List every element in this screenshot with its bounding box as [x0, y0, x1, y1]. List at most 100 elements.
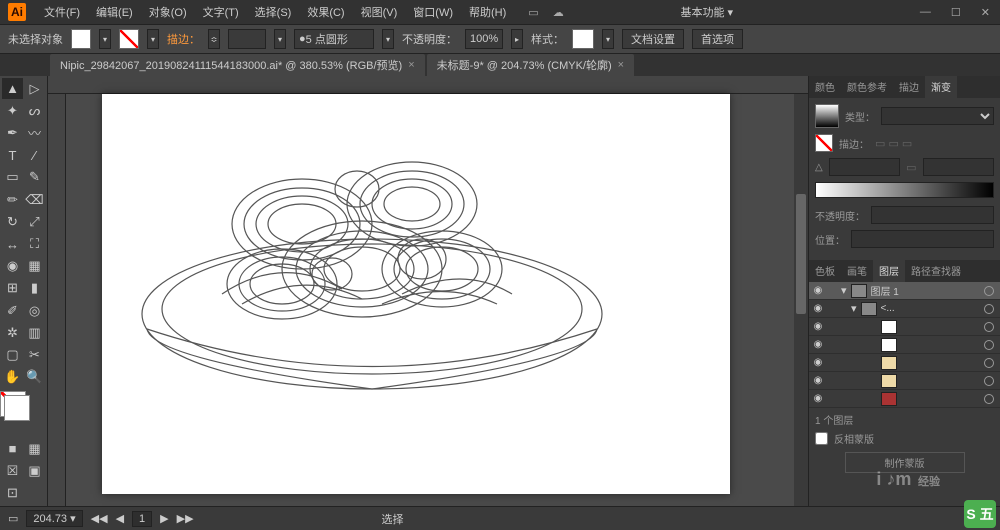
- scale-tool[interactable]: ⤢: [24, 211, 45, 232]
- menu-file[interactable]: 文件(F): [36, 4, 88, 20]
- grad-opacity-input[interactable]: [871, 206, 994, 224]
- tab-brushes[interactable]: 画笔: [841, 260, 873, 282]
- minimize-button[interactable]: —: [910, 6, 941, 19]
- artwork-outline[interactable]: [102, 94, 642, 434]
- doc-setup-button[interactable]: 文档设置: [622, 29, 684, 49]
- curvature-tool[interactable]: 〰: [24, 122, 45, 143]
- tab-gradient[interactable]: 渐变: [925, 76, 957, 98]
- selection-tool[interactable]: ▲: [2, 78, 23, 99]
- change-screen[interactable]: ⊡: [2, 483, 23, 504]
- maximize-button[interactable]: ☐: [941, 6, 971, 19]
- width-tool[interactable]: ↔: [2, 234, 23, 255]
- zoom-field[interactable]: 204.73 ▾: [26, 510, 82, 527]
- gradient-aspect-input[interactable]: [923, 158, 994, 176]
- fill-dropdown[interactable]: ▾: [99, 29, 111, 49]
- artboard-viewport[interactable]: [66, 94, 808, 506]
- menu-select[interactable]: 选择(S): [247, 4, 300, 20]
- page-input[interactable]: 1: [132, 511, 152, 527]
- hand-tool[interactable]: ✋: [2, 367, 23, 388]
- blend-tool[interactable]: ◎: [24, 300, 45, 321]
- menu-help[interactable]: 帮助(H): [461, 4, 514, 20]
- menu-type[interactable]: 文字(T): [195, 4, 247, 20]
- gradient-mode[interactable]: ▦: [24, 438, 45, 459]
- gradient-slider[interactable]: [815, 182, 994, 198]
- color-mode[interactable]: ■: [2, 438, 23, 459]
- rectangle-tool[interactable]: ▭: [2, 167, 23, 188]
- artboard[interactable]: [102, 94, 730, 494]
- pencil-tool[interactable]: ✏: [2, 189, 23, 210]
- gradient-type-select[interactable]: [881, 107, 994, 125]
- perspective-tool[interactable]: ▦: [24, 256, 45, 277]
- zoom-tool[interactable]: 🔍: [24, 367, 45, 388]
- visibility-icon[interactable]: ◉: [809, 321, 827, 332]
- layer-row[interactable]: ◉: [809, 318, 1000, 336]
- eyedropper-tool[interactable]: ✐: [2, 300, 23, 321]
- page-next-icon[interactable]: ▶▶: [177, 512, 194, 525]
- stroke-label[interactable]: 描边：: [167, 31, 200, 47]
- gradient-preview[interactable]: [815, 104, 839, 128]
- column-graph-tool[interactable]: ▥: [24, 322, 45, 343]
- layer-row[interactable]: ◉ ▾ <...: [809, 300, 1000, 318]
- close-icon[interactable]: ×: [408, 59, 414, 71]
- tab-stroke[interactable]: 描边: [893, 76, 925, 98]
- stroke-swatch[interactable]: [119, 29, 139, 49]
- page-prev-icon[interactable]: ◀◀: [91, 512, 108, 525]
- tab-color-guide[interactable]: 颜色参考: [841, 76, 893, 98]
- visibility-icon[interactable]: ◉: [809, 303, 827, 314]
- ime-badge[interactable]: S 五: [964, 500, 996, 528]
- shape-builder-tool[interactable]: ◉: [2, 256, 23, 277]
- rotate-tool[interactable]: ↻: [2, 211, 23, 232]
- artboard-nav-icon[interactable]: ▭: [8, 512, 18, 525]
- gradient-angle-input[interactable]: [829, 158, 900, 176]
- tab-pathfinder[interactable]: 路径查找器: [905, 260, 967, 282]
- layer-row-top[interactable]: ◉ ▾ 图层 1: [809, 282, 1000, 300]
- artboard-tool[interactable]: ▢: [2, 345, 23, 366]
- fill-stroke-control[interactable]: [2, 393, 45, 437]
- ruler-vertical[interactable]: [48, 94, 66, 506]
- opacity-dropdown[interactable]: ▸: [511, 29, 523, 49]
- close-button[interactable]: ✕: [971, 6, 1000, 19]
- page-prev-one-icon[interactable]: ◀: [116, 512, 124, 525]
- scrollbar-vertical[interactable]: [794, 94, 808, 506]
- type-tool[interactable]: T: [2, 145, 23, 166]
- stroke-weight-input[interactable]: [228, 29, 266, 49]
- close-icon[interactable]: ×: [618, 59, 624, 71]
- paintbrush-tool[interactable]: ✎: [24, 167, 45, 188]
- menu-effect[interactable]: 效果(C): [299, 4, 352, 20]
- brush-profile-select[interactable]: ● 5 点圆形: [294, 29, 374, 49]
- visibility-icon[interactable]: ◉: [809, 393, 827, 404]
- line-tool[interactable]: ∕: [24, 145, 45, 166]
- tab-color[interactable]: 颜色: [809, 76, 841, 98]
- layer-row[interactable]: ◉: [809, 372, 1000, 390]
- tab-layers[interactable]: 图层: [873, 260, 905, 282]
- stroke-weight-dropdown[interactable]: ▾: [274, 29, 286, 49]
- doc-tab-1[interactable]: Nipic_29842067_20190824111544183000.ai* …: [50, 54, 425, 76]
- magic-wand-tool[interactable]: ✦: [2, 100, 23, 121]
- mesh-tool[interactable]: ⊞: [2, 278, 23, 299]
- menu-view[interactable]: 视图(V): [353, 4, 406, 20]
- gradient-tool[interactable]: ▮: [24, 278, 45, 299]
- stroke-stepper[interactable]: ≎: [208, 29, 220, 49]
- gradient-stroke-swatch[interactable]: [815, 134, 833, 152]
- layer-row[interactable]: ◉: [809, 354, 1000, 372]
- direct-selection-tool[interactable]: ▷: [24, 78, 45, 99]
- menu-window[interactable]: 窗口(W): [405, 4, 461, 20]
- stroke-dropdown[interactable]: ▾: [147, 29, 159, 49]
- search-icon[interactable]: ▭: [528, 6, 538, 19]
- layer-row[interactable]: ◉: [809, 336, 1000, 354]
- visibility-icon[interactable]: ◉: [809, 339, 827, 350]
- layer-row[interactable]: ◉: [809, 390, 1000, 408]
- eraser-tool[interactable]: ⌫: [24, 189, 45, 210]
- grad-position-input[interactable]: [851, 230, 994, 248]
- style-swatch[interactable]: [572, 29, 594, 49]
- slice-tool[interactable]: ✂: [24, 345, 45, 366]
- free-transform-tool[interactable]: ⛶: [24, 234, 45, 255]
- doc-tab-2[interactable]: 未标题-9* @ 204.73% (CMYK/轮廓)×: [427, 54, 634, 76]
- opacity-input[interactable]: [465, 29, 503, 49]
- page-next-one-icon[interactable]: ▶: [160, 512, 168, 525]
- screen-mode[interactable]: ▣: [24, 461, 45, 482]
- style-dropdown[interactable]: ▾: [602, 29, 614, 49]
- prefs-button[interactable]: 首选项: [692, 29, 743, 49]
- none-mode[interactable]: ☒: [2, 461, 23, 482]
- fill-swatch[interactable]: [71, 29, 91, 49]
